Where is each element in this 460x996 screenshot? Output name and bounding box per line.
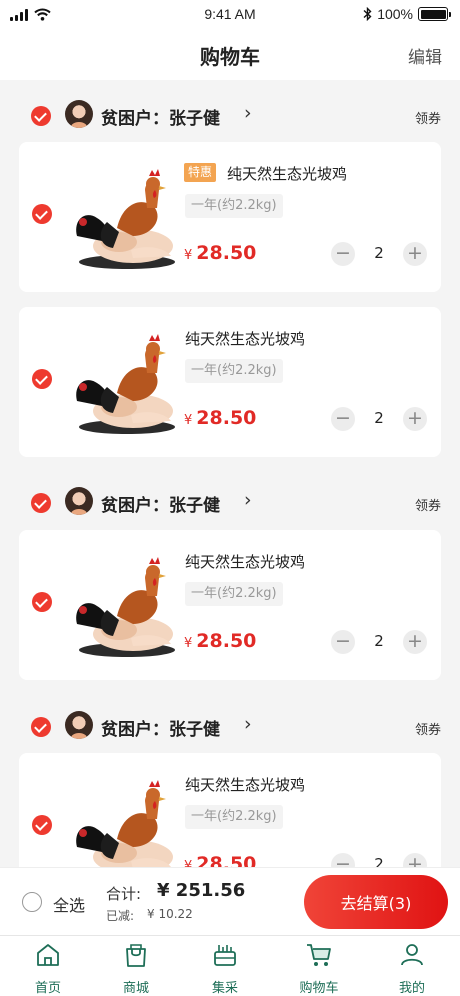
- avatar: [65, 711, 93, 739]
- coupon-button[interactable]: 领券: [415, 108, 441, 127]
- quantity-value[interactable]: 2: [355, 632, 403, 650]
- cart-item: 纯天然生态光坡鸡 一年(约2.2kg) ¥28.50 − 2 +: [19, 307, 441, 457]
- product-spec[interactable]: 一年(约2.2kg): [185, 359, 283, 383]
- decrease-quantity-button[interactable]: −: [331, 407, 355, 431]
- cart-item: 特惠 纯天然生态光坡鸡 一年(约2.2kg) ¥28.50 − 2 +: [19, 142, 441, 292]
- item-checkbox[interactable]: [32, 204, 52, 224]
- discount-label: 已减:: [106, 909, 135, 923]
- product-image[interactable]: [67, 550, 179, 662]
- decrease-quantity-button[interactable]: −: [331, 242, 355, 266]
- item-checkbox[interactable]: [32, 592, 52, 612]
- select-all-checkbox[interactable]: [22, 892, 42, 912]
- product-price: ¥28.50: [184, 630, 257, 652]
- nav-bar: 购物车 编辑: [0, 30, 460, 80]
- checkout-button[interactable]: 去结算(3): [304, 875, 448, 929]
- product-name[interactable]: 纯天然生态光坡鸡: [185, 774, 305, 795]
- bluetooth-icon: [363, 7, 372, 21]
- checkout-bar: 全选 合计: ¥ 251.56 已减: ¥ 10.22 去结算(3): [0, 867, 460, 935]
- chevron-right-icon[interactable]: ›: [244, 489, 252, 511]
- product-price: ¥28.50: [184, 853, 257, 867]
- store-header: 贫困户：张子健 › 领券: [0, 93, 460, 139]
- store-header: 贫困户：张子健 › 领券: [0, 480, 460, 526]
- shopping-bag-icon: [126, 944, 146, 967]
- total-amount: ¥ 251.56: [157, 880, 246, 901]
- status-bar: 9:41 AM 100%: [0, 0, 460, 30]
- tab-home[interactable]: 首页: [2, 936, 94, 996]
- tab-group-buy[interactable]: 集采: [179, 936, 271, 996]
- item-checkbox[interactable]: [32, 815, 52, 835]
- tab-cart[interactable]: 购物车: [273, 936, 365, 996]
- select-all-label[interactable]: 全选: [53, 892, 85, 916]
- quantity-value[interactable]: 2: [355, 855, 403, 867]
- tab-label: 商城: [122, 981, 149, 996]
- total-label: 合计:: [106, 885, 142, 903]
- store-checkbox[interactable]: [31, 493, 51, 513]
- product-price: ¥28.50: [184, 242, 257, 264]
- item-checkbox[interactable]: [32, 369, 52, 389]
- battery-percent: 100%: [377, 6, 413, 22]
- home-icon: [37, 944, 59, 966]
- tab-bar: 首页 商城 集采 购物车 我的: [0, 935, 460, 996]
- promo-badge: 特惠: [184, 163, 217, 182]
- product-price: ¥28.50: [184, 407, 257, 429]
- product-image[interactable]: [67, 327, 179, 439]
- tab-mall[interactable]: 商城: [90, 936, 182, 996]
- store-checkbox[interactable]: [31, 106, 51, 126]
- avatar: [65, 100, 93, 128]
- quantity-value[interactable]: 2: [355, 244, 403, 262]
- edit-button[interactable]: 编辑: [408, 43, 442, 68]
- product-spec[interactable]: 一年(约2.2kg): [185, 582, 283, 606]
- cart-list[interactable]: 贫困户：张子健 › 领券 特惠 纯天然生态光坡鸡 一年(约2.2kg) ¥28.…: [0, 80, 460, 867]
- product-image[interactable]: [67, 162, 179, 274]
- store-name[interactable]: 贫困户：张子健: [101, 104, 220, 129]
- increase-quantity-button[interactable]: +: [403, 407, 427, 431]
- store-name[interactable]: 贫困户：张子健: [101, 715, 220, 740]
- basket-icon: [214, 945, 236, 966]
- status-right: 100%: [363, 6, 451, 22]
- store-name[interactable]: 贫困户：张子健: [101, 491, 220, 516]
- increase-quantity-button[interactable]: +: [403, 853, 427, 867]
- increase-quantity-button[interactable]: +: [403, 242, 427, 266]
- product-name[interactable]: 纯天然生态光坡鸡: [227, 163, 347, 184]
- product-name[interactable]: 纯天然生态光坡鸡: [185, 551, 305, 572]
- product-spec[interactable]: 一年(约2.2kg): [185, 194, 283, 218]
- decrease-quantity-button[interactable]: −: [331, 630, 355, 654]
- quantity-value[interactable]: 2: [355, 409, 403, 427]
- decrease-quantity-button[interactable]: −: [331, 853, 355, 867]
- coupon-button[interactable]: 领券: [415, 719, 441, 738]
- store-header: 贫困户：张子健 › 领券: [0, 704, 460, 750]
- tab-profile[interactable]: 我的: [366, 936, 458, 996]
- coupon-button[interactable]: 领券: [415, 495, 441, 514]
- tab-label: 集采: [211, 981, 238, 996]
- avatar: [65, 487, 93, 515]
- battery-icon: [418, 7, 451, 21]
- increase-quantity-button[interactable]: +: [403, 630, 427, 654]
- product-name[interactable]: 纯天然生态光坡鸡: [185, 328, 305, 349]
- page-title: 购物车: [200, 45, 260, 69]
- chevron-right-icon[interactable]: ›: [244, 713, 252, 735]
- tab-label: 购物车: [299, 981, 339, 996]
- cart-item: 纯天然生态光坡鸡 一年(约2.2kg) ¥28.50 − 2 +: [19, 530, 441, 680]
- cart-item: 纯天然生态光坡鸡 一年(约2.2kg) ¥28.50 − 2 +: [19, 753, 441, 867]
- store-checkbox[interactable]: [31, 717, 51, 737]
- user-icon: [401, 944, 423, 966]
- discount-amount: ¥ 10.22: [147, 907, 193, 921]
- tab-label: 我的: [398, 981, 425, 996]
- product-image[interactable]: [67, 773, 179, 867]
- cart-icon: [307, 944, 331, 966]
- chevron-right-icon[interactable]: ›: [244, 102, 252, 124]
- product-spec[interactable]: 一年(约2.2kg): [185, 805, 283, 829]
- tab-label: 首页: [34, 981, 61, 996]
